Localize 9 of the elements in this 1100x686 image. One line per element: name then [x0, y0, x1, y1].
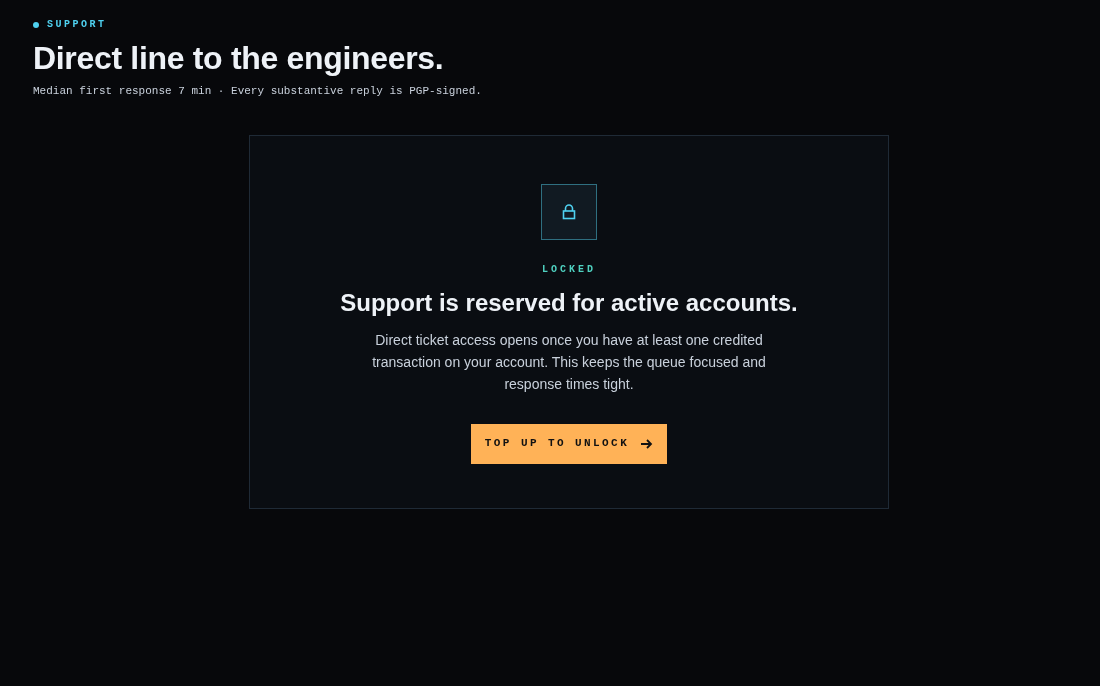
status-label: LOCKED [542, 262, 596, 277]
top-up-button[interactable]: TOP UP TO UNLOCK [471, 423, 667, 464]
page-title: Direct line to the engineers. [33, 39, 445, 78]
arrow-icon [641, 438, 654, 449]
card-heading: Support is reserved for active accounts. [340, 287, 798, 318]
lock-icon [541, 183, 597, 240]
section-label: SUPPORT [47, 18, 107, 32]
page-subtitle: Median first response 7 min · Every substantive reply is PGP-signed. [33, 84, 483, 99]
card-description: Direct ticket access opens once you have at least one credited transaction on your account. This keeps the queue focused and response times tight. [371, 330, 767, 394]
